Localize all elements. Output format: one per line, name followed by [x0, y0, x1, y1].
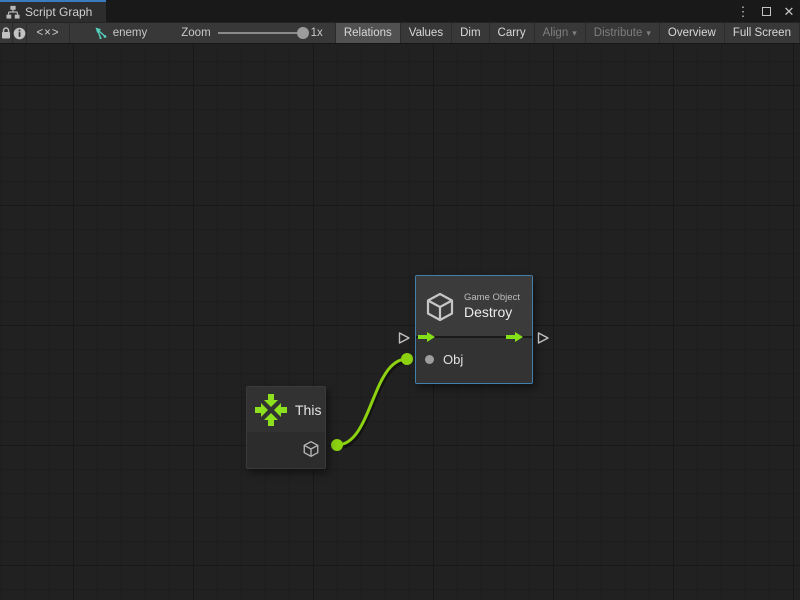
this-node-header: This [247, 387, 325, 432]
relations-label: Relations [344, 27, 392, 39]
flow-input-port-triangle[interactable] [397, 331, 411, 345]
variables-toggle-button[interactable]: <×> [27, 23, 69, 43]
graph-toolbar: <×> enemy Zoom 1x Relations [0, 22, 800, 44]
flow-input-arrow-icon[interactable] [418, 331, 436, 343]
distribute-label: Distribute [594, 27, 643, 39]
flow-output-port-triangle[interactable] [536, 331, 550, 345]
chevron-down-icon: ▾ [572, 28, 577, 39]
obj-port-label: Obj [443, 352, 463, 367]
game-object-cube-icon [424, 291, 456, 323]
toolbar-toggle-buttons: Relations Values Dim Carry Align ▾ Distr… [335, 23, 800, 43]
zoom-value: 1x [311, 27, 323, 39]
overview-label: Overview [668, 27, 716, 39]
dim-button[interactable]: Dim [452, 23, 489, 43]
destroy-node-titles: Game Object Destroy [464, 292, 520, 321]
destroy-node-supertitle: Game Object [464, 292, 520, 304]
obj-port-dot[interactable] [425, 355, 434, 364]
script-graph-window: Script Graph ⋮ ✕ [0, 0, 800, 600]
node-destroy[interactable]: Game Object Destroy Obj [415, 275, 533, 384]
maximize-glyph [762, 7, 771, 16]
zoom-label: Zoom [181, 27, 210, 39]
connection-wire [0, 44, 800, 600]
graph-canvas[interactable]: This [0, 44, 800, 600]
graph-name-label: enemy [113, 27, 148, 39]
carry-button[interactable]: Carry [490, 23, 535, 43]
dim-label: Dim [460, 27, 480, 39]
flow-output-arrow-icon[interactable] [506, 331, 524, 343]
wire-end-dot [401, 353, 413, 365]
align-label: Align [543, 27, 569, 39]
window-controls: ⋮ ✕ [736, 0, 796, 22]
info-icon [13, 27, 26, 40]
zoom-control: Zoom 1x [181, 23, 323, 43]
wire-start-dot [331, 439, 343, 451]
destroy-node-header: Game Object Destroy [416, 276, 532, 337]
info-button[interactable] [13, 23, 27, 43]
destroy-node-title: Destroy [464, 304, 520, 322]
values-label: Values [409, 27, 443, 39]
full-screen-button[interactable]: Full Screen [725, 23, 800, 43]
tab-script-graph[interactable]: Script Graph [0, 0, 106, 22]
graph-hierarchy-icon [6, 5, 20, 19]
graph-reference[interactable]: enemy [94, 23, 148, 43]
this-converge-arrows-icon [253, 392, 289, 428]
game-object-output-port[interactable] [302, 440, 320, 458]
node-this[interactable]: This [246, 386, 326, 469]
tab-bar: Script Graph ⋮ ✕ [0, 0, 800, 22]
close-icon[interactable]: ✕ [782, 4, 796, 18]
carry-label: Carry [498, 27, 526, 39]
chevron-down-icon: ▾ [646, 28, 651, 39]
tab-title: Script Graph [25, 5, 92, 19]
zoom-slider[interactable] [218, 32, 304, 34]
obj-input-port-row[interactable]: Obj [425, 352, 463, 367]
zoom-slider-thumb[interactable] [297, 27, 309, 39]
script-graph-asset-icon [94, 26, 108, 40]
angle-x-icon: <×> [36, 27, 59, 39]
relations-button[interactable]: Relations [336, 23, 401, 43]
align-dropdown[interactable]: Align ▾ [535, 23, 586, 43]
maximize-icon[interactable] [759, 4, 773, 18]
this-node-title: This [295, 402, 321, 418]
menu-kebab-icon[interactable]: ⋮ [736, 4, 750, 18]
full-screen-label: Full Screen [733, 27, 791, 39]
lock-button[interactable] [0, 23, 13, 43]
lock-icon [0, 27, 12, 40]
distribute-dropdown[interactable]: Distribute ▾ [586, 23, 660, 43]
values-button[interactable]: Values [401, 23, 452, 43]
overview-button[interactable]: Overview [660, 23, 725, 43]
